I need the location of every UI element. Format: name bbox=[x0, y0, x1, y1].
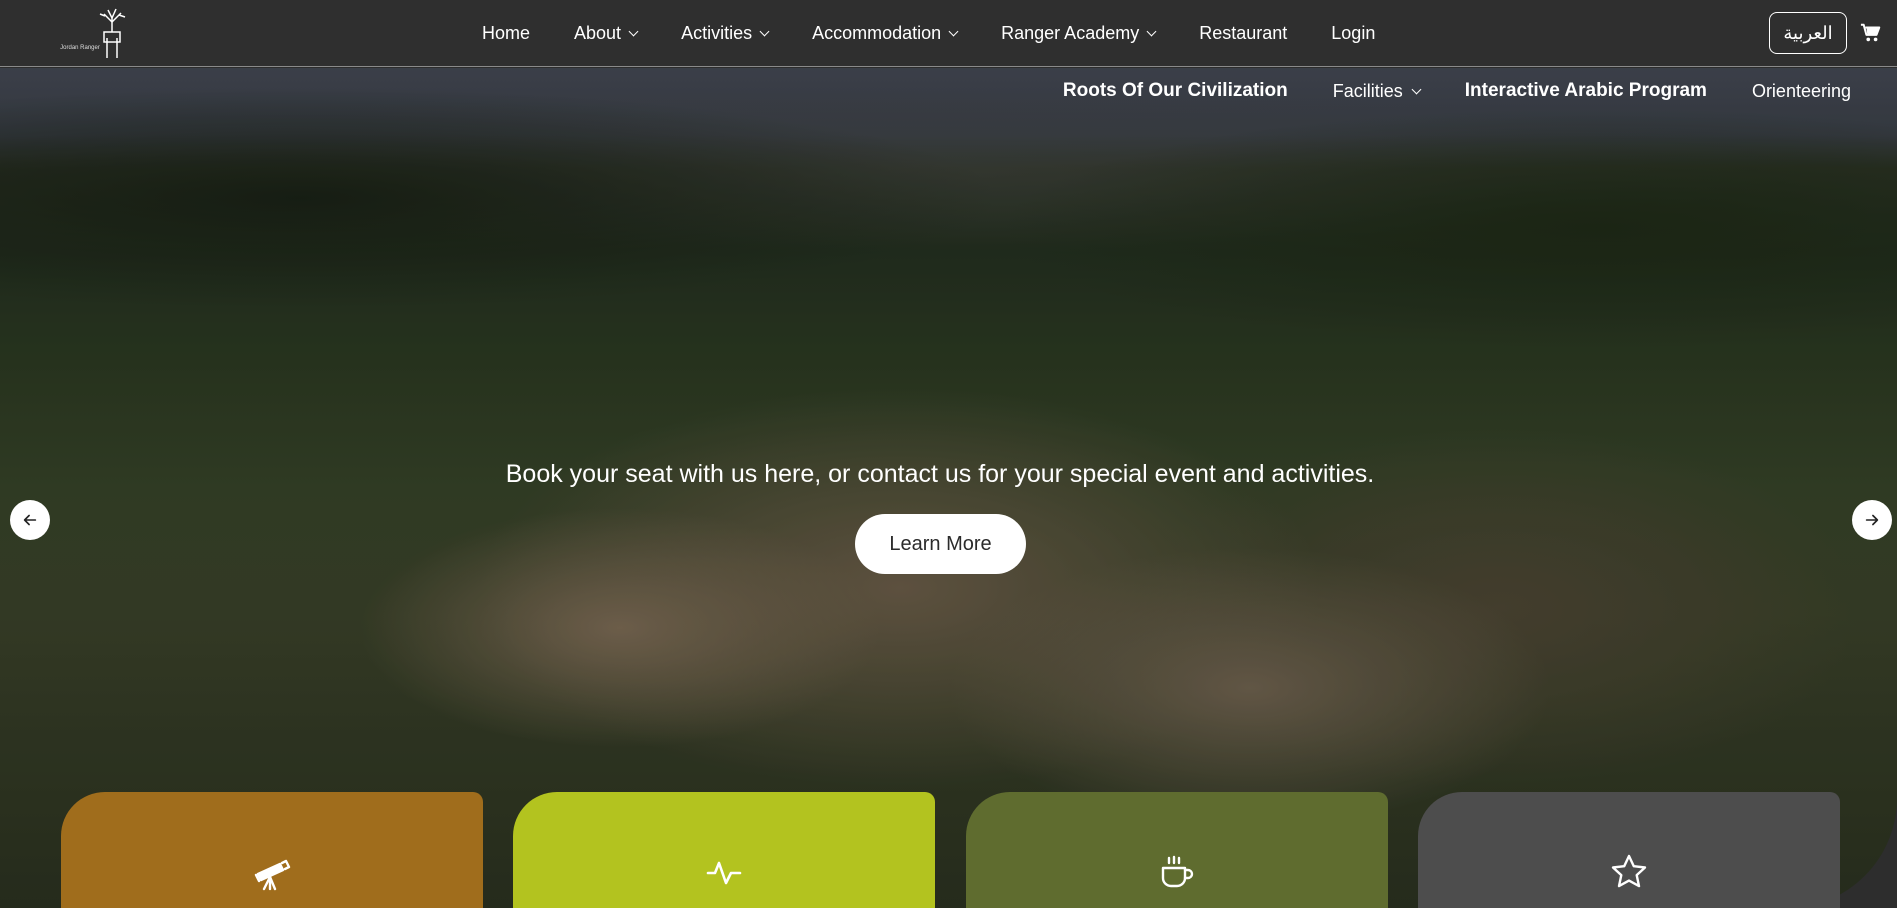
nav-label: Activities bbox=[681, 23, 753, 43]
chevron-down-icon bbox=[628, 26, 639, 37]
subnav-arabic-program[interactable]: Interactive Arabic Program bbox=[1465, 80, 1707, 102]
nav-label: Home bbox=[482, 23, 531, 43]
feature-card-stargazing[interactable] bbox=[61, 792, 483, 908]
nav-accommodation[interactable]: Accommodation bbox=[812, 23, 959, 44]
nav-label: Ranger Academy bbox=[1001, 23, 1140, 43]
nav-label: Restaurant bbox=[1199, 23, 1288, 43]
subnav-facilities[interactable]: Facilities bbox=[1332, 80, 1422, 102]
star-icon bbox=[1611, 854, 1647, 888]
nav-label: Accommodation bbox=[812, 23, 942, 43]
hero-section: Roots Of Our Civilization Facilities Int… bbox=[0, 68, 1897, 908]
carousel-next-button[interactable] bbox=[1852, 500, 1892, 540]
learn-more-button[interactable]: Learn More bbox=[855, 514, 1026, 574]
cart-icon[interactable] bbox=[1860, 22, 1882, 44]
arrow-left-icon bbox=[23, 514, 37, 526]
subnav-orienteering[interactable]: Orienteering bbox=[1752, 81, 1851, 102]
chevron-down-icon bbox=[1411, 84, 1422, 94]
subnav-label: Roots Of Our Civilization bbox=[1062, 80, 1288, 101]
nav-login[interactable]: Login bbox=[1331, 23, 1375, 44]
nav-home[interactable]: Home bbox=[482, 23, 530, 44]
nav-ranger-academy[interactable]: Ranger Academy bbox=[1001, 23, 1157, 44]
language-toggle-button[interactable]: العربية bbox=[1769, 12, 1847, 54]
chevron-down-icon bbox=[1146, 26, 1157, 37]
nav-restaurant[interactable]: Restaurant bbox=[1199, 23, 1287, 44]
hero-tagline-text: Book your seat with us here, or contact … bbox=[505, 460, 1375, 488]
arrow-right-icon bbox=[1865, 514, 1879, 526]
feature-card-highlights[interactable] bbox=[1418, 792, 1840, 908]
subnav-roots[interactable]: Roots Of Our Civilization bbox=[1063, 80, 1288, 102]
nav-label: About bbox=[574, 23, 622, 43]
chevron-down-icon bbox=[948, 26, 959, 37]
subnav-label: Facilities bbox=[1332, 80, 1403, 101]
hero-tagline: Book your seat with us here, or contact … bbox=[0, 460, 1880, 489]
nav-about[interactable]: About bbox=[574, 23, 639, 44]
nav-label: Login bbox=[1331, 23, 1376, 43]
feature-card-activities[interactable] bbox=[513, 792, 935, 908]
telescope-icon bbox=[254, 859, 291, 891]
main-nav: Home About Activities Accommodation Rang… bbox=[482, 0, 1419, 67]
carousel-prev-button[interactable] bbox=[10, 500, 50, 540]
subnav-label: Interactive Arabic Program bbox=[1464, 80, 1707, 101]
chevron-down-icon bbox=[759, 26, 770, 37]
feature-card-restaurant[interactable] bbox=[966, 792, 1388, 908]
nav-activities[interactable]: Activities bbox=[681, 23, 770, 44]
subnav-label: Orienteering bbox=[1751, 80, 1851, 101]
tree-house-logo-icon bbox=[99, 8, 126, 58]
coffee-icon bbox=[1161, 855, 1194, 888]
activity-icon bbox=[706, 861, 742, 885]
secondary-nav: Roots Of Our Civilization Facilities Int… bbox=[1018, 80, 1851, 102]
site-logo[interactable]: Jordan Ranger bbox=[55, 8, 129, 60]
logo-text: Jordan Ranger bbox=[60, 45, 100, 51]
top-navbar: Jordan Ranger Home About Activities Acco… bbox=[0, 0, 1897, 67]
